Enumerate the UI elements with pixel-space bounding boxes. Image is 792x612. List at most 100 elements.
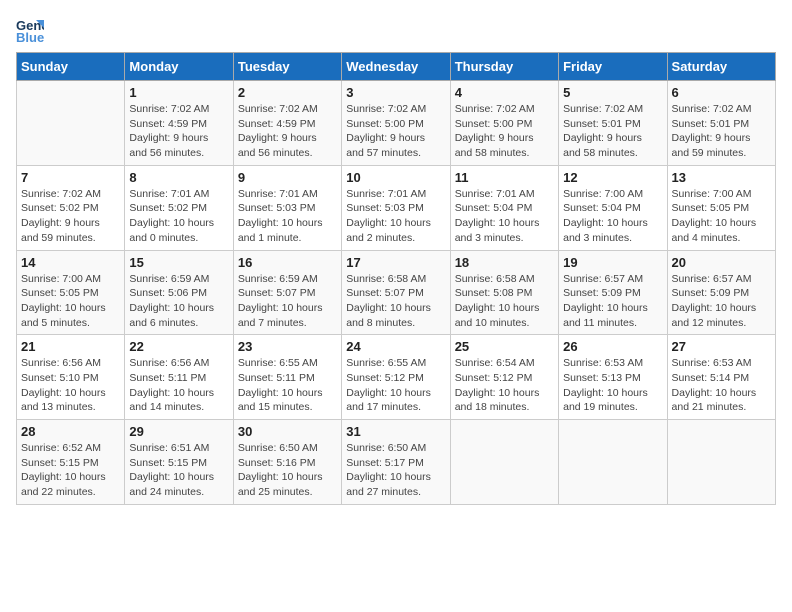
day-number: 18 xyxy=(455,255,554,270)
day-number: 19 xyxy=(563,255,662,270)
day-number: 27 xyxy=(672,339,771,354)
day-info: Sunrise: 6:51 AMSunset: 5:15 PMDaylight:… xyxy=(129,441,228,500)
calendar-cell: 5 Sunrise: 7:02 AMSunset: 5:01 PMDaylight… xyxy=(559,81,667,166)
day-number: 10 xyxy=(346,170,445,185)
calendar-cell: 6Sunrise: 7:02 AMSunset: 5:01 PMDaylight… xyxy=(667,81,775,166)
day-info: Sunrise: 7:01 AMSunset: 5:02 PMDaylight:… xyxy=(129,187,228,246)
day-number: 4 xyxy=(455,85,554,100)
day-info: Sunrise: 6:53 AMSunset: 5:13 PMDaylight:… xyxy=(563,356,662,415)
day-info: Sunrise: 7:01 AMSunset: 5:04 PMDaylight:… xyxy=(455,187,554,246)
day-info: Sunrise: 7:00 AMSunset: 5:05 PMDaylight:… xyxy=(672,187,771,246)
day-info: Sunrise: 6:54 AMSunset: 5:12 PMDaylight:… xyxy=(455,356,554,415)
day-info: Sunrise: 6:55 AMSunset: 5:11 PMDaylight:… xyxy=(238,356,337,415)
col-header-wednesday: Wednesday xyxy=(342,53,450,81)
day-info: Sunrise: 6:58 AMSunset: 5:08 PMDaylight:… xyxy=(455,272,554,331)
day-number: 28 xyxy=(21,424,120,439)
col-header-tuesday: Tuesday xyxy=(233,53,341,81)
calendar-cell: 11 Sunrise: 7:01 AMSunset: 5:04 PMDayligh… xyxy=(450,165,558,250)
calendar-cell xyxy=(559,420,667,505)
day-info: Sunrise: 6:57 AMSunset: 5:09 PMDaylight:… xyxy=(672,272,771,331)
day-number: 26 xyxy=(563,339,662,354)
calendar-cell: 25 Sunrise: 6:54 AMSunset: 5:12 PMDayligh… xyxy=(450,335,558,420)
day-number: 23 xyxy=(238,339,337,354)
calendar-cell: 26 Sunrise: 6:53 AMSunset: 5:13 PMDayligh… xyxy=(559,335,667,420)
day-number: 31 xyxy=(346,424,445,439)
day-info: Sunrise: 6:58 AMSunset: 5:07 PMDaylight:… xyxy=(346,272,445,331)
day-number: 6 xyxy=(672,85,771,100)
day-number: 5 xyxy=(563,85,662,100)
calendar-cell: 31 Sunrise: 6:50 AMSunset: 5:17 PMDayligh… xyxy=(342,420,450,505)
calendar-cell: 12 Sunrise: 7:00 AMSunset: 5:04 PMDayligh… xyxy=(559,165,667,250)
day-info: Sunrise: 7:01 AMSunset: 5:03 PMDaylight:… xyxy=(238,187,337,246)
calendar-cell: 20Sunrise: 6:57 AMSunset: 5:09 PMDayligh… xyxy=(667,250,775,335)
calendar-cell: 19 Sunrise: 6:57 AMSunset: 5:09 PMDayligh… xyxy=(559,250,667,335)
day-info: Sunrise: 7:00 AMSunset: 5:05 PMDaylight:… xyxy=(21,272,120,331)
day-info: Sunrise: 7:02 AMSunset: 5:02 PMDaylight:… xyxy=(21,187,120,246)
calendar-cell: 3 Sunrise: 7:02 AMSunset: 5:00 PMDaylight… xyxy=(342,81,450,166)
calendar-cell: 21 Sunrise: 6:56 AMSunset: 5:10 PMDayligh… xyxy=(17,335,125,420)
day-number: 11 xyxy=(455,170,554,185)
day-info: Sunrise: 6:56 AMSunset: 5:11 PMDaylight:… xyxy=(129,356,228,415)
day-number: 21 xyxy=(21,339,120,354)
day-number: 2 xyxy=(238,85,337,100)
day-number: 25 xyxy=(455,339,554,354)
day-info: Sunrise: 6:50 AMSunset: 5:17 PMDaylight:… xyxy=(346,441,445,500)
day-number: 17 xyxy=(346,255,445,270)
day-number: 9 xyxy=(238,170,337,185)
col-header-sunday: Sunday xyxy=(17,53,125,81)
day-number: 22 xyxy=(129,339,228,354)
svg-text:Blue: Blue xyxy=(16,30,44,44)
day-info: Sunrise: 6:53 AMSunset: 5:14 PMDaylight:… xyxy=(672,356,771,415)
day-number: 16 xyxy=(238,255,337,270)
day-info: Sunrise: 6:55 AMSunset: 5:12 PMDaylight:… xyxy=(346,356,445,415)
day-info: Sunrise: 7:02 AMSunset: 5:01 PMDaylight:… xyxy=(563,102,662,161)
calendar-cell: 14 Sunrise: 7:00 AMSunset: 5:05 PMDayligh… xyxy=(17,250,125,335)
calendar-cell: 23 Sunrise: 6:55 AMSunset: 5:11 PMDayligh… xyxy=(233,335,341,420)
day-number: 8 xyxy=(129,170,228,185)
calendar-cell: 10 Sunrise: 7:01 AMSunset: 5:03 PMDayligh… xyxy=(342,165,450,250)
calendar-cell: 24 Sunrise: 6:55 AMSunset: 5:12 PMDayligh… xyxy=(342,335,450,420)
logo: General Blue xyxy=(16,16,48,44)
day-number: 15 xyxy=(129,255,228,270)
day-number: 1 xyxy=(129,85,228,100)
calendar-cell: 7 Sunrise: 7:02 AMSunset: 5:02 PMDaylight… xyxy=(17,165,125,250)
col-header-thursday: Thursday xyxy=(450,53,558,81)
day-info: Sunrise: 7:02 AMSunset: 5:00 PMDaylight:… xyxy=(455,102,554,161)
col-header-monday: Monday xyxy=(125,53,233,81)
calendar-cell: 1 Sunrise: 7:02 AMSunset: 4:59 PMDaylight… xyxy=(125,81,233,166)
day-info: Sunrise: 6:59 AMSunset: 5:06 PMDaylight:… xyxy=(129,272,228,331)
calendar-cell: 13 Sunrise: 7:00 AMSunset: 5:05 PMDayligh… xyxy=(667,165,775,250)
day-number: 12 xyxy=(563,170,662,185)
logo-icon: General Blue xyxy=(16,16,44,44)
calendar-cell: 8 Sunrise: 7:01 AMSunset: 5:02 PMDaylight… xyxy=(125,165,233,250)
day-number: 7 xyxy=(21,170,120,185)
calendar-cell: 17 Sunrise: 6:58 AMSunset: 5:07 PMDayligh… xyxy=(342,250,450,335)
day-number: 13 xyxy=(672,170,771,185)
day-info: Sunrise: 6:52 AMSunset: 5:15 PMDaylight:… xyxy=(21,441,120,500)
calendar-cell: 29 Sunrise: 6:51 AMSunset: 5:15 PMDayligh… xyxy=(125,420,233,505)
day-info: Sunrise: 6:50 AMSunset: 5:16 PMDaylight:… xyxy=(238,441,337,500)
day-number: 24 xyxy=(346,339,445,354)
calendar-cell xyxy=(667,420,775,505)
day-info: Sunrise: 7:01 AMSunset: 5:03 PMDaylight:… xyxy=(346,187,445,246)
calendar-cell: 4 Sunrise: 7:02 AMSunset: 5:00 PMDaylight… xyxy=(450,81,558,166)
day-info: Sunrise: 7:00 AMSunset: 5:04 PMDaylight:… xyxy=(563,187,662,246)
calendar-cell xyxy=(17,81,125,166)
day-number: 30 xyxy=(238,424,337,439)
col-header-friday: Friday xyxy=(559,53,667,81)
day-info: Sunrise: 6:56 AMSunset: 5:10 PMDaylight:… xyxy=(21,356,120,415)
calendar-cell: 18 Sunrise: 6:58 AMSunset: 5:08 PMDayligh… xyxy=(450,250,558,335)
calendar-table: SundayMondayTuesdayWednesdayThursdayFrid… xyxy=(16,52,776,505)
day-number: 14 xyxy=(21,255,120,270)
day-number: 29 xyxy=(129,424,228,439)
day-info: Sunrise: 7:02 AMSunset: 4:59 PMDaylight:… xyxy=(129,102,228,161)
calendar-cell: 2 Sunrise: 7:02 AMSunset: 4:59 PMDaylight… xyxy=(233,81,341,166)
day-info: Sunrise: 7:02 AMSunset: 5:00 PMDaylight:… xyxy=(346,102,445,161)
page-header: General Blue xyxy=(16,16,776,44)
day-info: Sunrise: 7:02 AMSunset: 4:59 PMDaylight:… xyxy=(238,102,337,161)
calendar-cell: 30 Sunrise: 6:50 AMSunset: 5:16 PMDayligh… xyxy=(233,420,341,505)
col-header-saturday: Saturday xyxy=(667,53,775,81)
day-number: 3 xyxy=(346,85,445,100)
day-info: Sunrise: 6:57 AMSunset: 5:09 PMDaylight:… xyxy=(563,272,662,331)
calendar-cell: 16Sunrise: 6:59 AMSunset: 5:07 PMDayligh… xyxy=(233,250,341,335)
